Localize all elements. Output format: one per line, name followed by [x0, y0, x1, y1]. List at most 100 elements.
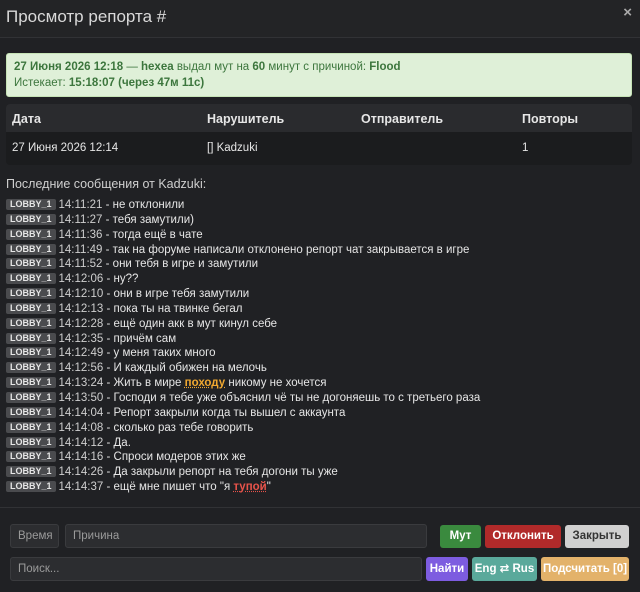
notice-date: 27 Июня 2026 12:18	[14, 61, 124, 73]
message-text: ну??	[113, 273, 139, 286]
mute-notice: 27 Июня 2026 12:18 — hexea выдал мут на …	[6, 53, 632, 97]
divider	[0, 507, 640, 508]
message-row: LOBBY_1 14:14:08 - сколько раз тебе говор…	[6, 421, 632, 436]
lobby-badge: LOBBY_1	[6, 406, 56, 418]
message-text: Да закрыли репорт на тебя догони ты уже	[113, 466, 338, 479]
message-time: 14:12:49	[58, 347, 104, 360]
message-row: LOBBY_1 14:11:52 - они тебя в игре и заму…	[6, 257, 632, 272]
mute-button[interactable]: Мут	[440, 525, 481, 548]
cell-repeats: 1	[522, 142, 529, 154]
lobby-badge: LOBBY_1	[6, 436, 56, 448]
lobby-badge: LOBBY_1	[6, 273, 56, 285]
header-date: Дата	[12, 112, 41, 126]
message-list: LOBBY_1 14:11:21 - не отклонили LOBBY_1 14:…	[6, 198, 632, 495]
message-row: LOBBY_1 14:12:06 - ну??	[6, 272, 632, 287]
message-text: сколько раз тебе говорить	[113, 421, 254, 434]
message-time: 14:14:12	[58, 436, 104, 449]
message-time: 14:11:36	[58, 228, 103, 241]
message-time: 14:12:10	[58, 288, 104, 301]
message-time: 14:11:27	[58, 213, 103, 226]
message-row: LOBBY_1 14:12:28 - ещё один акк в мут кин…	[6, 317, 632, 332]
header-offender: Нарушитель	[207, 112, 285, 126]
notice-reason: Flood	[369, 61, 401, 73]
notice-expires-value: 15:18:07 (через 47м 11с)	[68, 77, 205, 89]
message-row: LOBBY_1 14:14:26 - Да закрыли репорт на т…	[6, 465, 632, 480]
message-time: 14:12:28	[58, 317, 104, 330]
message-row: LOBBY_1 14:12:49 - у меня таких много	[6, 346, 632, 361]
lobby-badge: LOBBY_1	[6, 332, 56, 344]
reject-button[interactable]: Отклонить	[485, 525, 561, 548]
message-row: LOBBY_1 14:12:56 - И каждый обижен на мел…	[6, 361, 632, 376]
message-time: 14:12:35	[58, 332, 104, 345]
message-text: Спроси модеров этих же	[113, 451, 246, 464]
cell-offender: [] Kadzuki	[207, 142, 258, 154]
message-text: Господи я тебе уже объяснил чё ты не дог…	[113, 391, 481, 404]
message-row: LOBBY_1 14:14:12 - Да.	[6, 436, 632, 451]
search-input[interactable]: Поиск...	[10, 557, 422, 581]
message-time: 14:11:52	[58, 258, 103, 271]
find-button[interactable]: Найти	[426, 557, 468, 581]
lobby-badge: LOBBY_1	[6, 317, 56, 329]
message-time: 14:13:24	[58, 377, 104, 390]
message-text: они в игре тебя замутили	[113, 288, 250, 301]
lobby-badge: LOBBY_1	[6, 451, 56, 463]
message-text: И каждый обижен на мелочь	[113, 362, 267, 375]
message-text: у меня таких много	[113, 347, 216, 360]
lobby-badge: LOBBY_1	[6, 481, 56, 493]
message-time: 14:14:37	[58, 481, 104, 494]
lobby-badge: LOBBY_1	[6, 421, 56, 433]
message-time: 14:12:56	[58, 362, 104, 375]
lobby-badge: LOBBY_1	[6, 213, 56, 225]
lobby-badge: LOBBY_1	[6, 302, 56, 314]
message-row: LOBBY_1 14:11:27 - тебя замутили)	[6, 213, 632, 228]
message-row: LOBBY_1 14:13:50 - Господи я тебе уже объ…	[6, 391, 632, 406]
message-text: "	[266, 481, 271, 494]
message-text: причём сам	[113, 332, 177, 345]
cell-date: 27 Июня 2026 12:14	[12, 142, 119, 154]
lobby-badge: LOBBY_1	[6, 288, 56, 300]
message-time: 14:14:08	[58, 421, 104, 434]
lobby-badge: LOBBY_1	[6, 199, 56, 210]
time-input[interactable]: Время	[10, 524, 59, 548]
message-row: LOBBY_1 14:12:13 - пока ты на твинке бега…	[6, 302, 632, 317]
window-title: Просмотр репорта #	[6, 7, 167, 26]
message-row: LOBBY_1 14:11:36 - тогда ещё в чате	[6, 228, 632, 243]
reason-input[interactable]: Причина	[65, 524, 427, 548]
highlighted-word[interactable]: тупой	[233, 481, 266, 493]
lobby-badge: LOBBY_1	[6, 377, 56, 389]
lobby-badge: LOBBY_1	[6, 391, 56, 403]
report-table: Дата Нарушитель Отправитель Повторы 27 И…	[6, 104, 632, 165]
message-time: 14:11:21	[58, 199, 103, 211]
lobby-badge: LOBBY_1	[6, 243, 56, 255]
highlighted-word[interactable]: походу	[185, 377, 226, 389]
lobby-badge: LOBBY_1	[6, 466, 56, 478]
message-row: LOBBY_1 14:11:21 - не отклонили	[6, 198, 632, 213]
lobby-badge: LOBBY_1	[6, 347, 56, 359]
message-row: LOBBY_1 14:11:49 - так на форуме написали…	[6, 243, 632, 258]
message-row: LOBBY_1 14:14:37 - ещё мне пишет что "я т…	[6, 480, 632, 495]
lobby-badge: LOBBY_1	[6, 258, 56, 270]
message-row: LOBBY_1 14:13:24 - Жить в мире походу ник…	[6, 376, 632, 391]
close-button[interactable]: Закрыть	[565, 525, 629, 548]
message-text: никому не хочется	[225, 377, 327, 390]
count-button[interactable]: Подсчитать [0]	[541, 557, 629, 581]
message-row: LOBBY_1 14:14:16 - Спроси модеров этих же	[6, 450, 632, 465]
message-text: Жить в мире	[113, 377, 185, 390]
header-repeats: Повторы	[522, 112, 579, 126]
message-text: ещё мне пишет что "я	[113, 481, 234, 494]
close-icon[interactable]: ×	[623, 4, 632, 21]
notice-expires-label: Истекает:	[14, 77, 69, 89]
notice-user: hexea	[141, 61, 174, 73]
message-row: LOBBY_1 14:14:04 - Репорт закрыли когда т…	[6, 406, 632, 421]
message-text: так на форуме написали отклонено репорт …	[112, 243, 470, 256]
message-text: Да.	[113, 436, 131, 449]
table-header: Дата Нарушитель Отправитель Повторы	[6, 104, 632, 132]
message-text: они тебя в игре и замутили	[112, 258, 259, 271]
message-text: ещё один акк в мут кинул себе	[113, 317, 278, 330]
translit-button[interactable]: Eng ⇄ Rus	[472, 557, 537, 581]
message-text: Репорт закрыли когда ты вышел с аккаунта	[113, 406, 346, 419]
message-row: LOBBY_1 14:12:35 - причём сам	[6, 332, 632, 347]
message-text: тебя замутили)	[112, 213, 194, 226]
title-bar: Просмотр репорта # ×	[0, 0, 640, 38]
lobby-badge: LOBBY_1	[6, 228, 56, 240]
